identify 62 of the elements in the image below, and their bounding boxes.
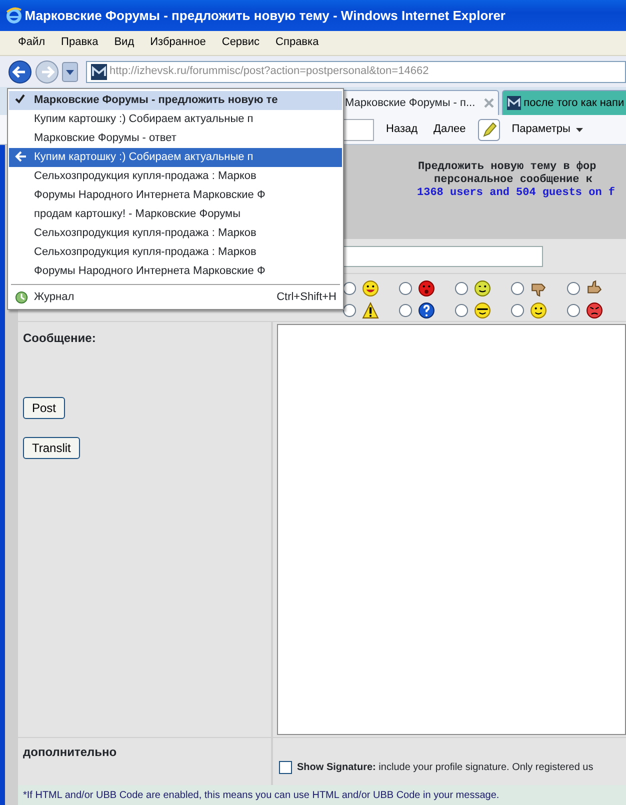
icon-radio[interactable] — [567, 282, 580, 295]
toolbar-button[interactable]: Назад — [382, 119, 422, 140]
icon-radio[interactable] — [511, 282, 524, 295]
check-icon — [15, 94, 25, 104]
history-item[interactable]: Форумы Народного Интернета Марковские Ф — [9, 262, 342, 281]
history-item[interactable]: Сельхозпродукция купля-продажа : Марков — [9, 224, 342, 243]
sunglasses-face-icon — [474, 302, 490, 319]
icon-radio[interactable] — [455, 304, 468, 317]
icon-radio[interactable] — [455, 282, 468, 295]
online-count: 1368 users and 504 guests on f — [417, 187, 616, 200]
menu-item[interactable]: Сервис — [214, 34, 268, 51]
history-item[interactable]: Купим картошку :) Собираем актуальные п — [9, 148, 342, 167]
menu-item-label: Журнал — [34, 290, 74, 306]
menu-item[interactable]: Правка — [53, 34, 106, 51]
footnote: *If HTML and/or UBB Code are enabled, this means you can use HTML and/or UBB Code in your message. — [23, 788, 500, 802]
window-title: Марковские Форумы - предложить новую тему - Windows Internet Explorer — [24, 6, 506, 25]
icon-radio[interactable] — [511, 304, 524, 317]
menu-item[interactable]: Вид — [106, 34, 142, 51]
smiley-icon — [530, 302, 546, 319]
icon-radio[interactable] — [343, 304, 356, 317]
icon-radio[interactable] — [399, 304, 412, 317]
site-icon — [506, 96, 521, 110]
history-item[interactable]: продам картошку! - Марковские Форумы — [9, 205, 342, 224]
caret-icon — [576, 128, 583, 132]
browser-icon — [6, 6, 22, 24]
grin-icon — [362, 280, 378, 297]
icon-radio[interactable] — [399, 282, 412, 295]
dropdown-icon[interactable] — [62, 62, 78, 82]
shortcut-label: Ctrl+Shift+H — [276, 290, 336, 306]
history-icon — [15, 291, 28, 304]
question-icon — [418, 302, 434, 319]
history-item[interactable]: Марковские Форумы - предложить новую те — [9, 91, 342, 110]
site-icon — [90, 64, 107, 80]
surprised-face-icon — [418, 280, 434, 297]
form-button[interactable]: Post — [23, 397, 66, 419]
icon-radio[interactable] — [567, 304, 580, 317]
options-button[interactable]: Параметры — [508, 119, 587, 140]
back-arrow-icon — [15, 151, 27, 162]
menu-item[interactable]: Справка — [268, 34, 327, 51]
signature-text: Show Signature: include your profile signature. Only registered us — [297, 760, 594, 774]
heading-line: персональное сообщение к — [434, 174, 592, 187]
menu-item[interactable]: Избранное — [142, 34, 214, 51]
menu-item[interactable]: Файл — [10, 34, 54, 51]
angry-face-icon — [586, 302, 602, 319]
back-icon[interactable] — [8, 60, 32, 84]
signature-checkbox[interactable] — [278, 760, 292, 774]
icon-radio[interactable] — [343, 282, 356, 295]
history-item[interactable]: Купим картошку :) Собираем актуальные п — [9, 110, 342, 129]
toolbar-button[interactable]: Далее — [430, 119, 470, 140]
wink-icon — [474, 280, 490, 297]
pencil-icon[interactable] — [478, 118, 500, 141]
heading-line: Предложить новую тему в фор — [418, 161, 596, 174]
message-label: Сообщение: — [23, 330, 96, 347]
section-label: дополнительно — [23, 745, 117, 759]
browser-tab[interactable]: после того как напи — [502, 90, 626, 116]
history-item[interactable]: Сельхозпродукция купля-продажа : Марков — [9, 167, 342, 186]
warning-icon — [362, 302, 378, 319]
close-icon[interactable] — [484, 98, 494, 108]
history-item[interactable]: Марковские Форумы - ответ — [9, 129, 342, 148]
history-item[interactable]: Форумы Народного Интернета Марковские Ф — [9, 186, 342, 205]
form-button[interactable]: Translit — [23, 437, 80, 459]
history-item[interactable]: Сельхозпродукция купля-продажа : Марков — [9, 243, 342, 262]
